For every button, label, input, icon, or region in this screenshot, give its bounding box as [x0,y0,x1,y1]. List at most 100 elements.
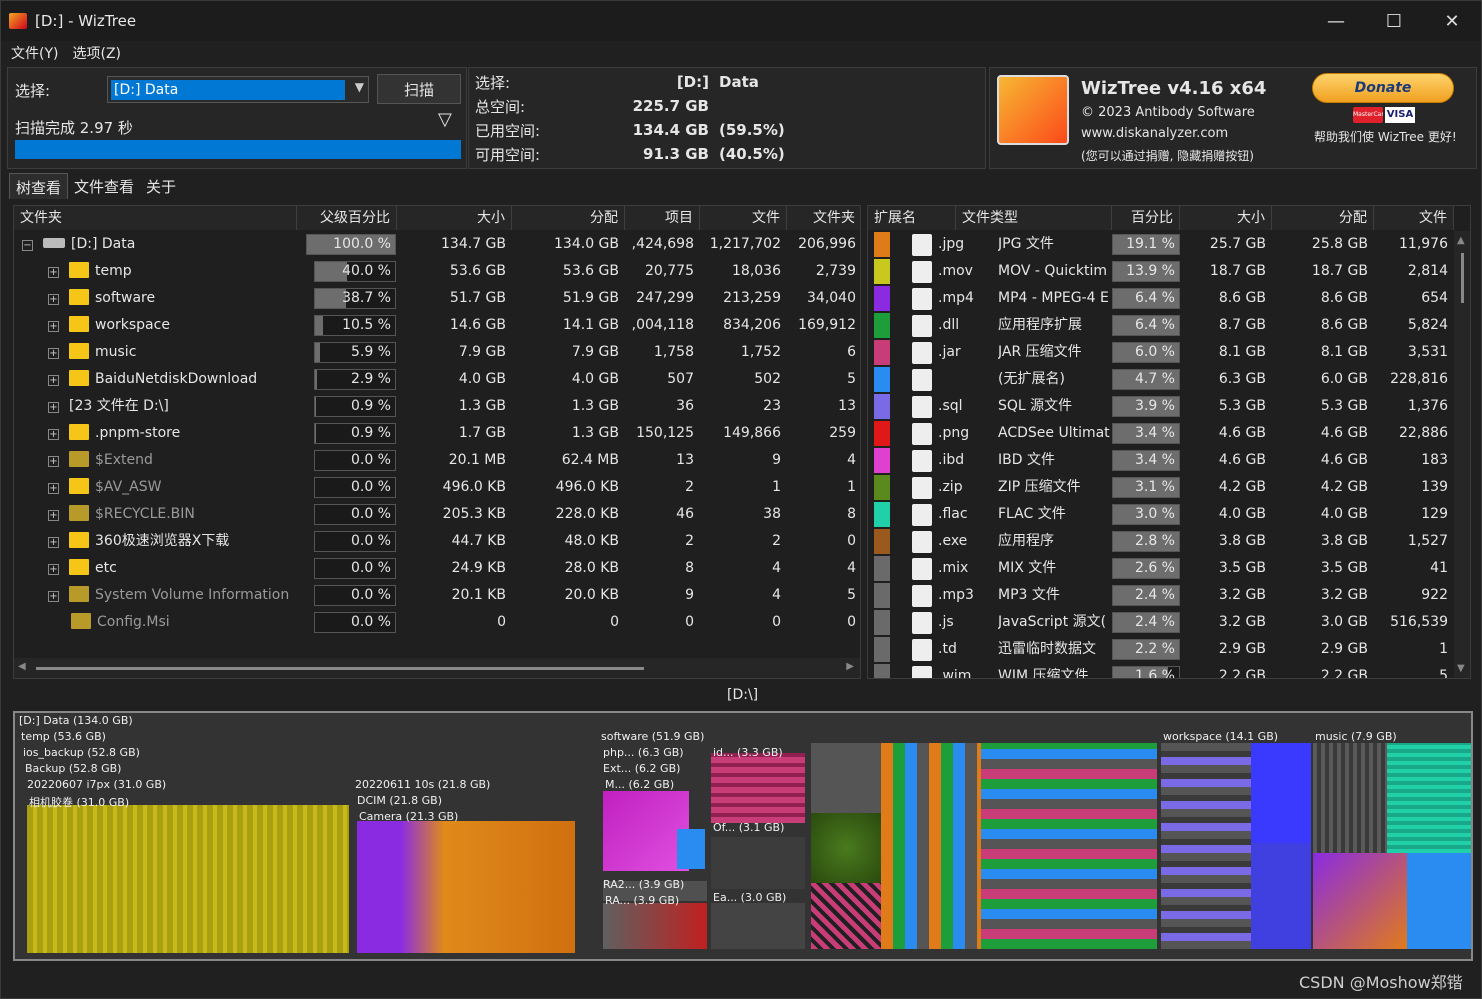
extension-row[interactable]: .flac FLAC 文件 3.0 % 4.0 GB 4.0 GB 129 [868,501,1470,528]
extension-row[interactable]: .ibd IBD 文件 3.4 % 4.6 GB 4.6 GB 183 [868,447,1470,474]
treemap-block[interactable] [711,753,805,823]
expand-icon[interactable]: + [48,402,59,413]
extension-row[interactable]: .js JavaScript 源文(2.4 % 3.2 GB 3.0 GB 516,53… [868,609,1470,636]
scroll-thumb[interactable] [36,667,644,670]
tab-about[interactable]: 关于 [140,173,182,199]
expand-icon[interactable]: + [48,429,59,440]
tree-row[interactable]: + $RECYCLE.BIN 0.0 % 205.3 KB 228.0 KB 46 38 8 [14,501,860,528]
extension-row[interactable]: .jar JAR 压缩文件 6.0 % 8.1 GB 8.1 GB 3,531 [868,339,1470,366]
extension-row[interactable]: .dll 应用程序扩展 6.4 % 8.7 GB 8.6 GB 5,824 [868,312,1470,339]
tab-tree-view[interactable]: 树查看 [9,173,69,199]
header-files[interactable]: 文件 [1374,206,1454,230]
treemap-block[interactable] [603,903,707,949]
extension-row[interactable]: .exe 应用程序 2.8 % 3.8 GB 3.8 GB 1,527 [868,528,1470,555]
treemap-block[interactable] [1387,743,1471,853]
treemap-block[interactable] [1251,843,1311,949]
treemap[interactable]: [D:] Data (134.0 GB) temp (53.6 GB) ios_ba… [13,711,1473,961]
treemap-block[interactable] [27,805,349,953]
header-parent-percent[interactable]: 父级百分比 [297,206,397,230]
expand-icon[interactable]: + [48,294,59,305]
maximize-button[interactable]: ☐ [1365,1,1423,41]
tree-row[interactable]: + BaiduNetdiskDownload 2.9 % 4.0 GB 4.0 GB 50… [14,366,860,393]
expand-icon[interactable]: + [48,375,59,386]
expand-icon[interactable]: + [48,348,59,359]
expand-icon[interactable]: + [48,537,59,548]
menu-file[interactable]: 文件(Y) [11,43,58,63]
treemap-block[interactable] [881,743,981,949]
header-size[interactable]: 大小 [1180,206,1272,230]
expand-icon[interactable]: + [48,267,59,278]
expand-icon[interactable]: + [48,321,59,332]
expand-icon[interactable]: + [48,564,59,575]
header-folders[interactable]: 文件夹 [787,206,860,230]
header-size[interactable]: 大小 [397,206,512,230]
expand-icon[interactable]: + [48,510,59,521]
donate-button[interactable]: Donate [1312,73,1454,103]
treemap-block[interactable] [811,743,881,813]
treemap-block[interactable] [677,829,705,869]
minimize-button[interactable]: — [1307,1,1365,41]
tree-row[interactable]: + $Extend 0.0 % 20.1 MB 62.4 MB 13 9 4 [14,447,860,474]
expand-icon[interactable]: + [48,456,59,467]
website-link[interactable]: www.diskanalyzer.com [1081,126,1228,141]
extension-row[interactable]: .mov MOV - Quicktim 13.9 % 18.7 GB 18.7 GB 2,… [868,258,1470,285]
menu-options[interactable]: 选项(Z) [72,43,121,63]
extension-row[interactable]: .td 迅雷临时数据文 2.2 % 2.9 GB 2.9 GB 1 [868,636,1470,663]
tree-row[interactable]: + .pnpm-store 0.9 % 1.7 GB 1.3 GB 150,125 149,… [14,420,860,447]
treemap-block[interactable] [711,837,805,889]
treemap-block[interactable] [981,743,1157,949]
header-files[interactable]: 文件 [700,206,787,230]
tree-row[interactable]: Config.Msi 0.0 % 0 0 0 0 0 [14,609,860,636]
scroll-thumb[interactable] [1461,253,1464,303]
tree-row[interactable]: + workspace 10.5 % 14.6 GB 14.1 GB ,004,118 83… [14,312,860,339]
extension-row[interactable]: .jpg JPG 文件 19.1 % 25.7 GB 25.8 GB 11,976 [868,231,1470,258]
tree-row[interactable]: + music 5.9 % 7.9 GB 7.9 GB 1,758 1,752 6 [14,339,860,366]
treemap-block[interactable] [1251,743,1311,843]
tree-row[interactable]: +360极速浏览器X下载 0.0 % 44.7 KB 48.0 KB 2 2 0 [14,528,860,555]
extension-row[interactable]: (无扩展名) 4.7 % 6.3 GB 6.0 GB 228,816 [868,366,1470,393]
treemap-block[interactable] [1161,743,1251,949]
drive-select[interactable]: [D:] Data ▼ [107,76,369,103]
expand-icon[interactable]: + [48,591,59,602]
treemap-block[interactable] [1407,853,1471,949]
scroll-up-icon[interactable]: ▲ [1457,235,1465,246]
header-allocated[interactable]: 分配 [1272,206,1374,230]
expand-icon[interactable]: + [48,483,59,494]
header-items[interactable]: 项目 [625,206,700,230]
extension-row[interactable]: .png ACDSee Ultimat 3.4 % 4.6 GB 4.6 GB 22,88… [868,420,1470,447]
scan-button[interactable]: 扫描 [377,74,461,104]
header-extension[interactable]: 扩展名 [868,206,956,230]
tree-row[interactable]: − [D:] Data 100.0 % 134.7 GB 134.0 GB ,424,69… [14,231,860,258]
tab-file-view[interactable]: 文件查看 [68,173,140,199]
tree-row[interactable]: + temp 40.0 % 53.6 GB 53.6 GB 20,775 18,036 2,7… [14,258,860,285]
tree-row[interactable]: + [23 文件在 D:\] 0.9 % 1.3 GB 1.3 GB 36 23 13 [14,393,860,420]
expand-icon[interactable]: − [22,240,33,251]
treemap-block[interactable] [1313,743,1387,853]
extension-row[interactable]: .mix MIX 文件 2.6 % 3.5 GB 3.5 GB 41 [868,555,1470,582]
treemap-block[interactable] [811,883,881,949]
scroll-left-icon[interactable]: ◀ [18,661,26,672]
tree-row[interactable]: + $AV_ASW 0.0 % 496.0 KB 496.0 KB 2 1 1 [14,474,860,501]
header-folder[interactable]: 文件夹 [14,206,297,230]
horizontal-scrollbar[interactable]: ◀ ▶ [14,658,860,678]
extension-row[interactable]: .sql SQL 源文件 3.9 % 5.3 GB 5.3 GB 1,376 [868,393,1470,420]
tree-row[interactable]: + software 38.7 % 51.7 GB 51.9 GB 247,299 213,… [14,285,860,312]
treemap-block[interactable] [357,821,575,953]
treemap-block[interactable] [711,903,805,949]
extension-row[interactable]: .mp3 MP3 文件 2.4 % 3.2 GB 3.2 GB 922 [868,582,1470,609]
scroll-down-icon[interactable]: ▼ [1457,663,1465,674]
close-button[interactable]: ✕ [1423,1,1481,41]
header-file-type[interactable]: 文件类型 [956,206,1112,230]
extension-row[interactable]: .mp4 MP4 - MPEG-4 E 6.4 % 8.6 GB 8.6 GB 654 [868,285,1470,312]
vertical-scrollbar[interactable]: ▲ ▼ [1454,231,1470,678]
extension-row[interactable]: .zip ZIP 压缩文件 3.1 % 4.2 GB 4.2 GB 139 [868,474,1470,501]
header-percent[interactable]: 百分比 [1112,206,1180,230]
tree-row[interactable]: + etc 0.0 % 24.9 KB 28.0 KB 8 4 4 [14,555,860,582]
tree-row[interactable]: + System Volume Information 0.0 % 20.1 KB 20… [14,582,860,609]
filter-icon[interactable]: ▽ [438,109,452,130]
treemap-block[interactable] [811,813,881,883]
extension-row[interactable]: .wim WIM 压缩文件 1.6 % 2.2 GB 2.2 GB 5 [868,663,1470,678]
treemap-block[interactable] [1313,853,1407,949]
scroll-right-icon[interactable]: ▶ [846,661,854,672]
header-allocated[interactable]: 分配 [512,206,625,230]
